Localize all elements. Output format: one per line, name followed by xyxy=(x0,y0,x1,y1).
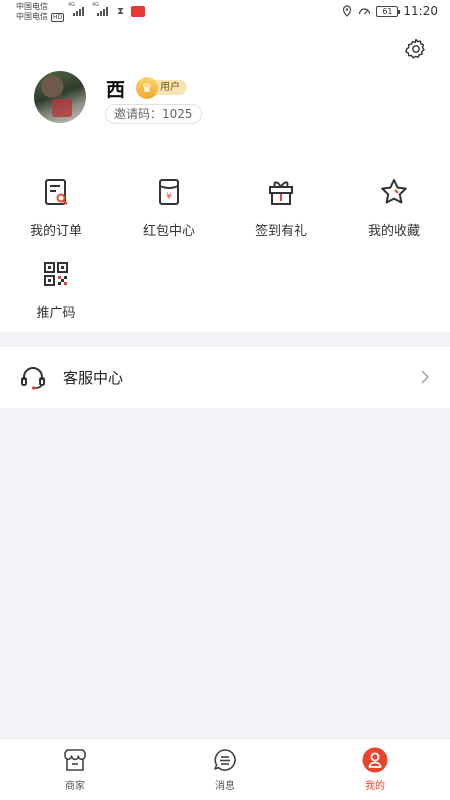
menu-label-favorites: 我的收藏 xyxy=(367,224,420,239)
customer-service-row[interactable]: 客服中心 xyxy=(0,347,450,408)
headset-icon xyxy=(21,367,45,390)
signal-icon-2 xyxy=(97,6,108,16)
user-icon xyxy=(362,747,388,773)
carrier-name-1: 中国电信 xyxy=(16,2,48,11)
hourglass-icon: ⧗ xyxy=(117,6,125,17)
clock: 11:20 xyxy=(403,4,438,18)
signal-icon xyxy=(73,6,84,16)
message-icon xyxy=(214,749,236,771)
bottom-navigation: 商家 消息 我的 xyxy=(0,738,450,800)
chevron-right-icon xyxy=(421,370,430,384)
star-icon xyxy=(381,179,407,204)
battery-icon: 61 xyxy=(376,5,401,17)
menu-item-promo-code[interactable]: 推广码 xyxy=(11,258,101,321)
hd-badge: HD xyxy=(51,12,65,22)
nav-tab-shop[interactable]: 商家 xyxy=(35,747,115,792)
speed-icon xyxy=(359,8,371,15)
role-badge: ♛ 用户 xyxy=(136,76,187,99)
avatar[interactable] xyxy=(34,71,86,123)
nav-tab-me[interactable]: 我的 xyxy=(335,747,415,792)
menu-label-my-orders: 我的订单 xyxy=(29,224,82,239)
crown-icon: ♛ xyxy=(136,76,158,99)
nav-tab-messages[interactable]: 消息 xyxy=(185,747,265,792)
carrier-name-2: 中国电信 xyxy=(16,12,48,21)
location-icon xyxy=(343,5,352,17)
status-bar: 中国电信 中国电信 HD 4G 4G ⧗ 61 11:20 xyxy=(0,0,450,26)
customer-service-label: 客服中心 xyxy=(63,369,124,387)
status-right: 61 11:20 xyxy=(341,4,438,18)
menu-item-red-envelope[interactable]: ¥ 红包中心 xyxy=(124,176,214,239)
menu-item-check-in-gift[interactable]: 签到有礼 xyxy=(236,176,326,239)
app-notification-icon xyxy=(131,6,145,17)
nav-label-shop: 商家 xyxy=(65,781,85,792)
gift-icon xyxy=(269,181,293,205)
shop-icon xyxy=(64,749,86,771)
invite-code[interactable]: 邀请码：1025 xyxy=(105,104,202,124)
menu-item-favorites[interactable]: 我的收藏 xyxy=(349,176,439,239)
nav-label-messages: 消息 xyxy=(215,781,235,792)
menu-label-red-envelope: 红包中心 xyxy=(142,224,195,239)
settings-gear-icon[interactable] xyxy=(404,37,428,61)
menu-item-my-orders[interactable]: 我的订单 xyxy=(11,176,101,239)
red-envelope-icon: ¥ xyxy=(159,179,179,205)
qr-code-icon xyxy=(44,262,68,286)
menu-label-promo-code: 推广码 xyxy=(36,306,76,321)
order-icon xyxy=(45,179,68,205)
username: 西 xyxy=(106,79,126,101)
menu-label-check-in-gift: 签到有礼 xyxy=(254,224,307,239)
carrier-info: 中国电信 中国电信 HD xyxy=(16,2,65,22)
nav-label-me: 我的 xyxy=(365,781,385,792)
svg-text:¥: ¥ xyxy=(166,192,172,202)
